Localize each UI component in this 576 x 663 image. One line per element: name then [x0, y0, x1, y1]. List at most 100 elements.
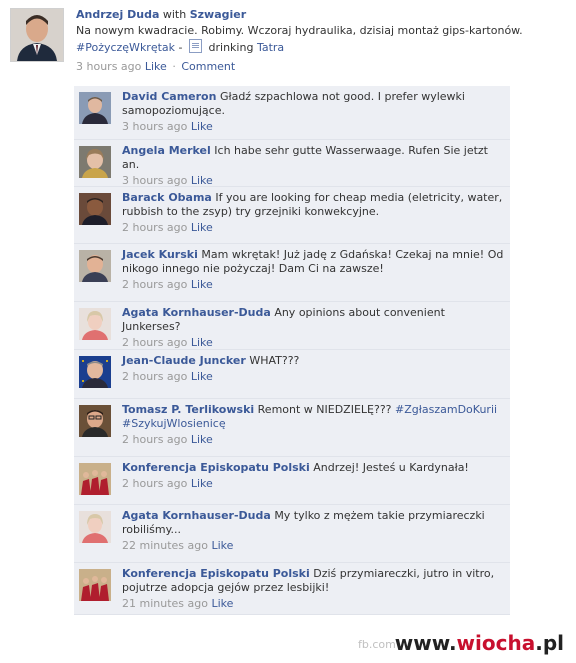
comment-item: Barack Obama If you are looking for chea…	[74, 187, 510, 244]
site-watermark: www.wiocha.pl	[395, 631, 564, 655]
commenter-photo-icon	[79, 92, 111, 124]
comment-body: Agata Kornhauser-Duda Any opinions about…	[122, 306, 506, 350]
comment-timestamp[interactable]: 2 hours ago	[122, 370, 187, 383]
comment-meta: 3 hours ago Like	[122, 120, 506, 134]
commenter-name-link[interactable]: Jean-Claude Juncker	[122, 354, 246, 367]
post-comment-link[interactable]: Comment	[181, 60, 235, 73]
comment-timestamp[interactable]: 2 hours ago	[122, 336, 187, 349]
watermark-prefix: www.	[394, 631, 457, 655]
comment-item: Angela Merkel Ich habe sehr gutte Wasser…	[74, 140, 510, 187]
comment-timestamp[interactable]: 22 minutes ago	[122, 539, 208, 552]
commenter-avatar[interactable]	[79, 92, 111, 124]
comment-like-link[interactable]: Like	[191, 477, 213, 490]
commenter-name-link[interactable]: Jacek Kurski	[122, 248, 198, 261]
commenter-avatar[interactable]	[79, 511, 111, 543]
commenter-avatar[interactable]	[79, 193, 111, 225]
comment-item: Agata Kornhauser-Duda My tylko z mężem t…	[74, 505, 510, 563]
commenter-avatar[interactable]	[79, 250, 111, 282]
comment-like-link[interactable]: Like	[191, 370, 213, 383]
comment-timestamp[interactable]: 3 hours ago	[122, 120, 187, 133]
comment-body: Agata Kornhauser-Duda My tylko z mężem t…	[122, 509, 506, 553]
comment-like-link[interactable]: Like	[191, 278, 213, 291]
commenter-avatar[interactable]	[79, 463, 111, 495]
commenter-photo-icon	[79, 569, 111, 601]
comment-meta: 3 hours ago Like	[122, 174, 506, 188]
comment-body: Jean-Claude Juncker WHAT??? 2 hours ago …	[122, 354, 506, 384]
commenter-avatar[interactable]	[79, 405, 111, 437]
post-like-link[interactable]: Like	[145, 60, 167, 73]
commenter-name-link[interactable]: David Cameron	[122, 90, 216, 103]
comment-meta: 2 hours ago Like	[122, 336, 506, 350]
commenter-photo-icon	[79, 146, 111, 178]
commenter-photo-icon	[79, 250, 111, 282]
commenter-name-link[interactable]: Konferencja Episkopatu Polski	[122, 567, 310, 580]
comment-meta: 2 hours ago Like	[122, 221, 506, 235]
comment-timestamp[interactable]: 2 hours ago	[122, 433, 187, 446]
comment-timestamp[interactable]: 3 hours ago	[122, 174, 187, 187]
commenter-avatar[interactable]	[79, 569, 111, 601]
comment-meta: 22 minutes ago Like	[122, 539, 506, 553]
commenter-photo-icon	[79, 193, 111, 225]
tagged-friend-link[interactable]: Szwagier	[190, 8, 246, 21]
with-word: with	[162, 8, 187, 21]
dash-separator: -	[178, 41, 183, 54]
commenter-photo-icon	[79, 511, 111, 543]
commenter-avatar[interactable]	[79, 308, 111, 340]
comment-like-link[interactable]: Like	[191, 433, 213, 446]
comment-body: Konferencja Episkopatu Polski Dziś przym…	[122, 567, 506, 611]
comment-like-link[interactable]: Like	[191, 336, 213, 349]
comment-item: Jean-Claude Juncker WHAT??? 2 hours ago …	[74, 350, 510, 399]
comment-item: Jacek Kurski Mam wkrętak! Już jadę z Gda…	[74, 244, 510, 302]
meta-separator: ·	[172, 60, 176, 73]
watermark-site: wiocha	[456, 631, 536, 655]
comment-body: Konferencja Episkopatu Polski Andrzej! J…	[122, 461, 506, 491]
post-hashtag-link[interactable]: #PożyczęWkrętak	[76, 41, 175, 54]
comment-timestamp[interactable]: 21 minutes ago	[122, 597, 208, 610]
comment-item: Tomasz P. Terlikowski Remont w NIEDZIELĘ…	[74, 399, 510, 457]
activity-verb: drinking	[208, 41, 254, 54]
commenter-avatar[interactable]	[79, 356, 111, 388]
watermark-suffix: .pl	[535, 631, 564, 655]
comment-body: David Cameron Gładź szpachlowa not good.…	[122, 90, 506, 134]
comment-text: Remont w NIEDZIELĘ???	[257, 403, 392, 416]
comment-timestamp[interactable]: 2 hours ago	[122, 278, 187, 291]
commenter-name-link[interactable]: Agata Kornhauser-Duda	[122, 306, 271, 319]
commenter-name-link[interactable]: Konferencja Episkopatu Polski	[122, 461, 310, 474]
commenter-name-link[interactable]: Agata Kornhauser-Duda	[122, 509, 271, 522]
post-meta: 3 hours ago Like · Comment	[76, 60, 566, 74]
comment-item: Agata Kornhauser-Duda Any opinions about…	[74, 302, 510, 350]
post-body: Andrzej Duda with Szwagier Na nowym kwad…	[76, 8, 566, 74]
commenter-name-link[interactable]: Barack Obama	[122, 191, 212, 204]
comment-item: Konferencja Episkopatu Polski Dziś przym…	[74, 563, 510, 615]
comment-like-link[interactable]: Like	[191, 120, 213, 133]
comment-meta: 2 hours ago Like	[122, 278, 506, 292]
author-photo-icon	[11, 9, 63, 61]
comment-like-link[interactable]: Like	[211, 597, 233, 610]
comment-like-link[interactable]: Like	[191, 174, 213, 187]
commenter-photo-icon	[79, 356, 111, 388]
comment-meta: 21 minutes ago Like	[122, 597, 506, 611]
post-text: Na nowym kwadracie. Robimy. Wczoraj hydr…	[76, 24, 523, 37]
comment-meta: 2 hours ago Like	[122, 477, 506, 491]
commenter-photo-icon	[79, 308, 111, 340]
post-timestamp[interactable]: 3 hours ago	[76, 60, 141, 73]
comment-meta: 2 hours ago Like	[122, 433, 506, 447]
commenter-photo-icon	[79, 463, 111, 495]
hashtag-activity-line: #PożyczęWkrętak - drinking Tatra	[76, 39, 566, 56]
comment-item: David Cameron Gładź szpachlowa not good.…	[74, 86, 510, 140]
comment-timestamp[interactable]: 2 hours ago	[122, 221, 187, 234]
author-avatar[interactable]	[10, 8, 64, 62]
commenter-avatar[interactable]	[79, 146, 111, 178]
source-tag: fb.com	[358, 638, 396, 651]
commenter-name-link[interactable]: Angela Merkel	[122, 144, 211, 157]
activity-object-link[interactable]: Tatra	[257, 41, 284, 54]
author-name-link[interactable]: Andrzej Duda	[76, 8, 159, 21]
comment-body: Angela Merkel Ich habe sehr gutte Wasser…	[122, 144, 506, 188]
comment-timestamp[interactable]: 2 hours ago	[122, 477, 187, 490]
comment-like-link[interactable]: Like	[191, 221, 213, 234]
comment-meta: 2 hours ago Like	[122, 370, 506, 384]
activity-icon	[189, 39, 203, 53]
comment-body: Barack Obama If you are looking for chea…	[122, 191, 506, 235]
comment-like-link[interactable]: Like	[211, 539, 233, 552]
commenter-name-link[interactable]: Tomasz P. Terlikowski	[122, 403, 254, 416]
